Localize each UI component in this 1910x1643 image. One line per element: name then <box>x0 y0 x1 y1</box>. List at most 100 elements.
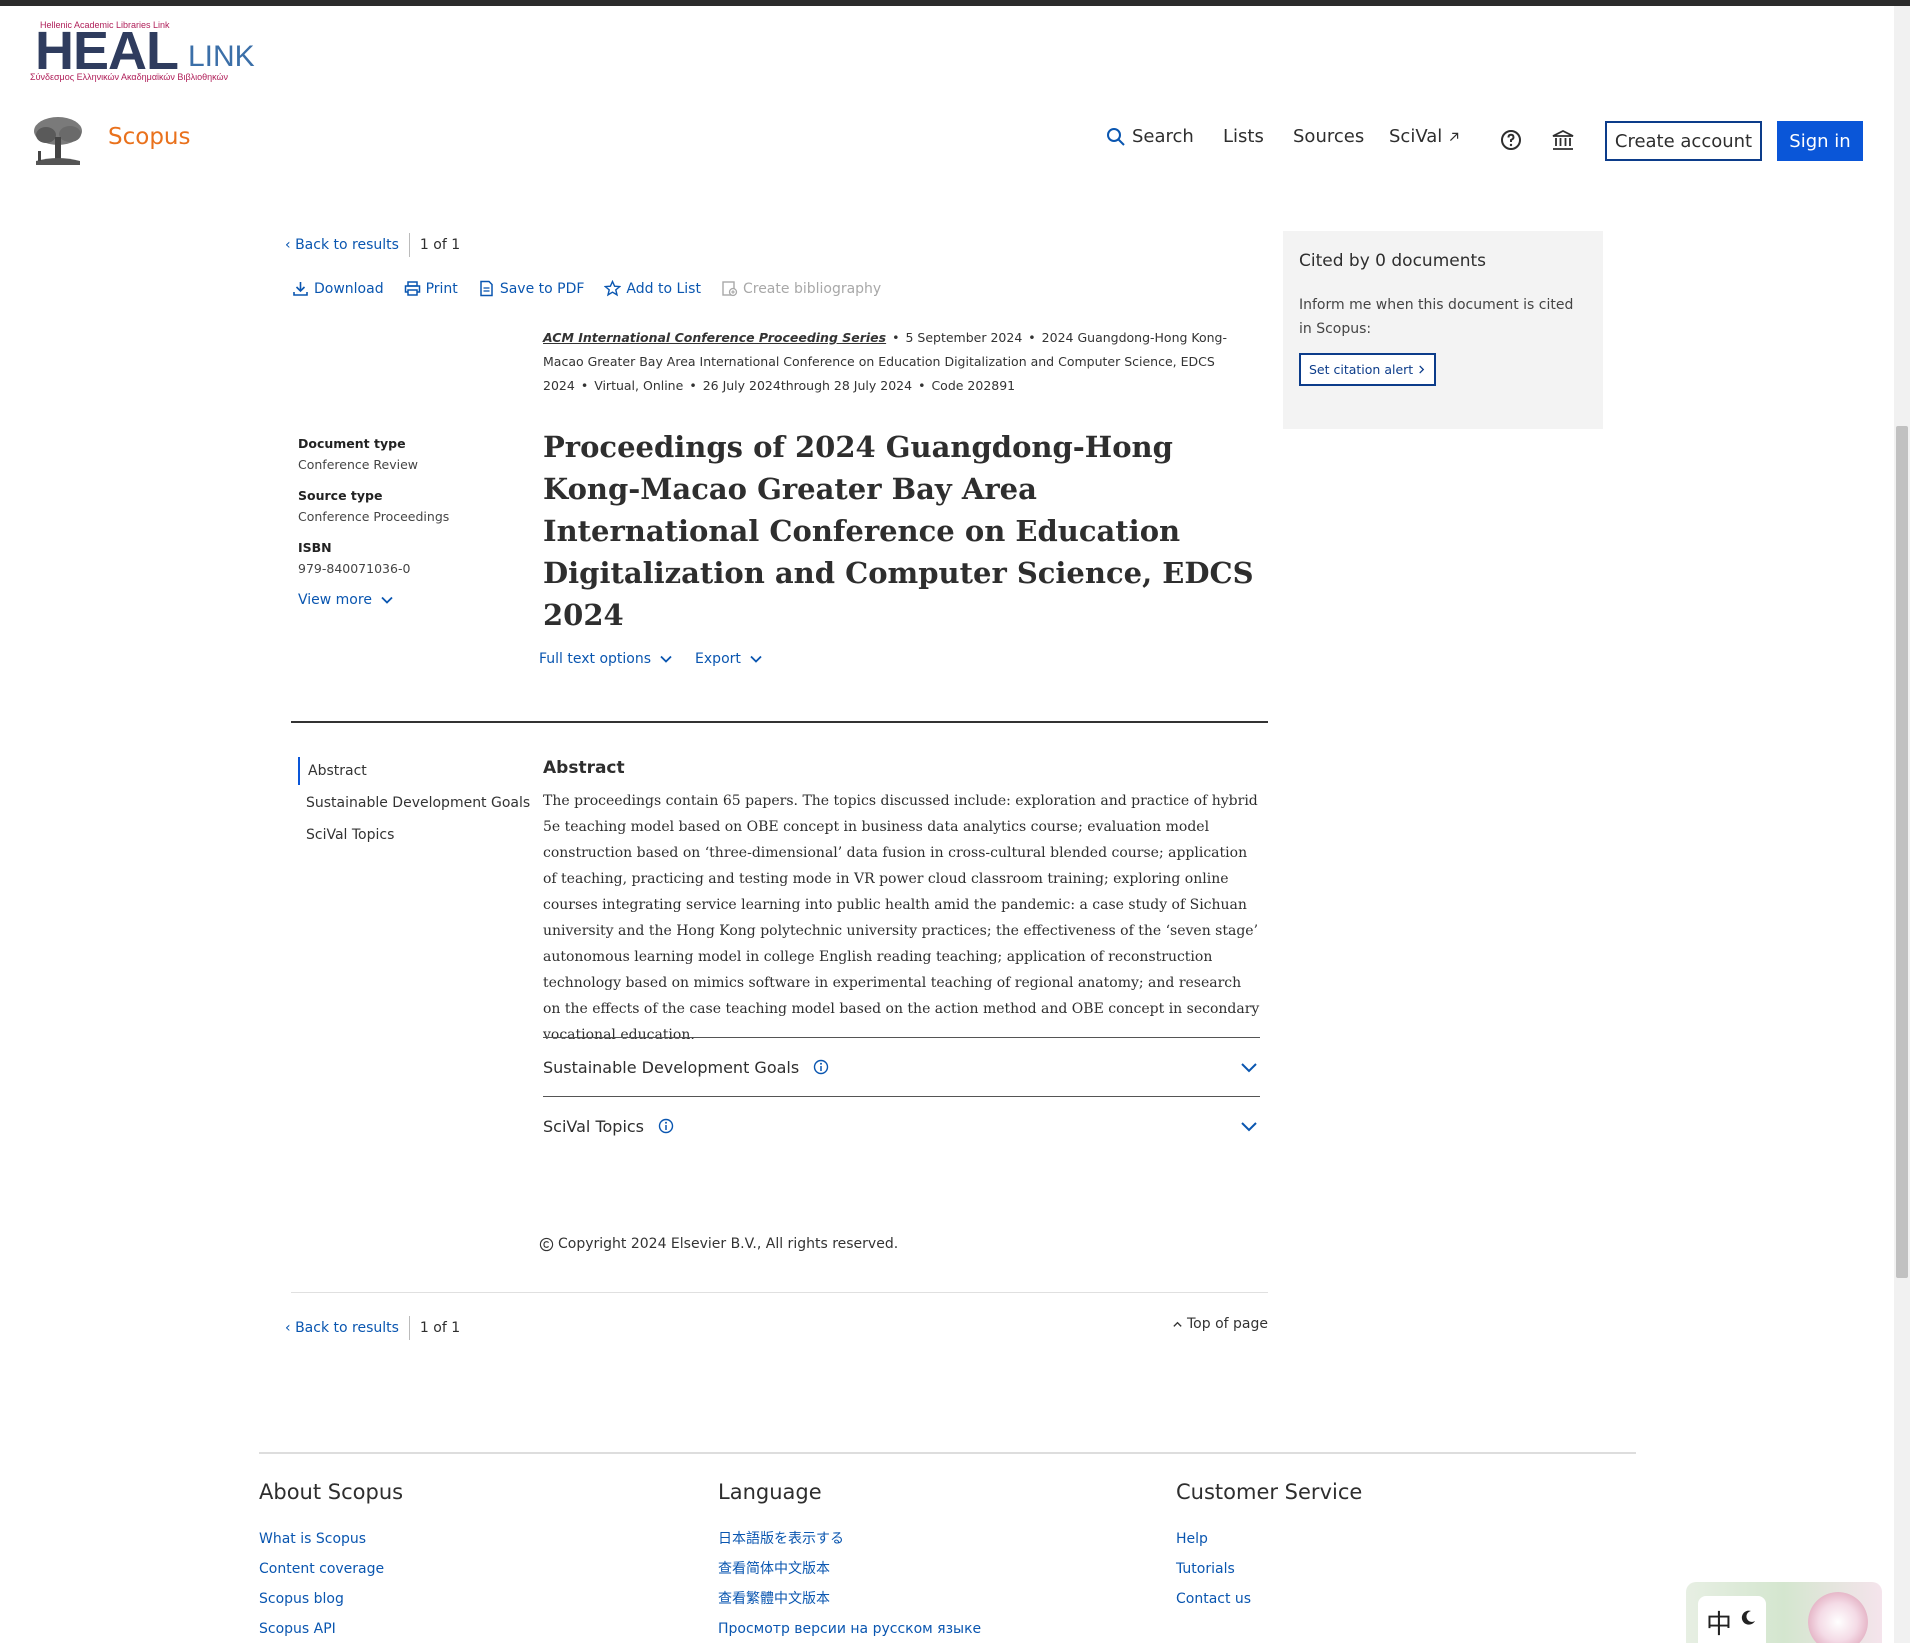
series-link[interactable]: ACM International Conference Proceeding … <box>543 330 886 345</box>
top-of-page-label: Top of page <box>1187 1316 1268 1332</box>
back-to-results-link[interactable]: ‹ Back to results <box>285 237 399 253</box>
toc-item-scival-topics[interactable]: SciVal Topics <box>298 821 538 849</box>
ime-mode-key[interactable]: 中 <box>1698 1596 1766 1643</box>
results-pager-top: ‹ Back to results 1 of 1 <box>285 233 460 257</box>
scival-topics-accordion[interactable]: SciVal Topics <box>543 1096 1260 1155</box>
doc-type-value: Conference Review <box>298 457 419 472</box>
toc-item-abstract[interactable]: Abstract <box>298 757 538 785</box>
help-icon[interactable] <box>1499 128 1523 152</box>
conference-dates: 26 July 2024through 28 July 2024 <box>702 378 913 393</box>
toc-item-sdg[interactable]: Sustainable Development Goals <box>298 789 538 817</box>
chevron-down-icon <box>1241 1122 1257 1132</box>
pager-separator <box>408 233 410 257</box>
section-divider <box>291 721 1268 723</box>
back-to-results-label: Back to results <box>295 1320 399 1336</box>
heal-logo-subtitle: Σύνδεσμος Ελληνικών Ακαδημαϊκών Βιβλιοθη… <box>30 72 229 82</box>
footer-link-russian[interactable]: Просмотр версии на русском языке <box>718 1614 981 1643</box>
nav-search[interactable]: Search <box>1106 126 1194 147</box>
create-bibliography-button[interactable]: Create bibliography <box>721 280 881 297</box>
sdg-accordion[interactable]: Sustainable Development Goals <box>543 1037 1260 1096</box>
meta-dot: • <box>689 378 697 393</box>
meta-dot: • <box>892 330 900 345</box>
document-toolbar: Download Print Save to PDF Add to List C… <box>292 280 881 297</box>
footer-language: Language 日本語版を表示する 查看简体中文版本 查看繁體中文版本 Про… <box>718 1480 981 1643</box>
download-button[interactable]: Download <box>292 280 384 297</box>
scopus-brand[interactable]: Scopus <box>108 124 190 150</box>
create-bibliography-label: Create bibliography <box>742 280 882 297</box>
pdf-icon <box>480 280 493 297</box>
footer-link-contact-us[interactable]: Contact us <box>1176 1584 1362 1614</box>
document-title: Proceedings of 2024 Guangdong-Hong Kong-… <box>543 430 1254 632</box>
export-label: Export <box>695 651 741 667</box>
nav-lists-label: Lists <box>1223 126 1264 147</box>
elsevier-tree-logo[interactable] <box>30 115 86 167</box>
create-account-button[interactable]: Create account <box>1605 121 1762 161</box>
copyright-text: Copyright 2024 Elsevier B.V., All rights… <box>558 1236 899 1252</box>
ime-chinese-label: 中 <box>1705 1610 1732 1640</box>
info-icon[interactable] <box>813 1059 829 1075</box>
footer-link-traditional-chinese[interactable]: 查看繁體中文版本 <box>718 1584 981 1614</box>
nav-sources[interactable]: Sources <box>1293 126 1364 147</box>
heal-link-logo[interactable]: Hellenic Academic Libraries Link HEAL LI… <box>30 20 255 85</box>
conference-code: Code 202891 <box>931 378 1016 393</box>
footer-link-tutorials[interactable]: Tutorials <box>1176 1554 1362 1584</box>
footer-link-scopus-api[interactable]: Scopus API <box>259 1614 403 1643</box>
ime-toolbar[interactable]: 中 <box>1686 1582 1882 1643</box>
nav-sources-label: Sources <box>1293 126 1365 147</box>
view-more-button[interactable]: View more <box>298 592 498 608</box>
chevron-down-icon <box>660 655 672 663</box>
isbn-label: ISBN <box>298 540 332 555</box>
page-scrollbar[interactable] <box>1894 6 1910 1643</box>
pager-current: 1 <box>419 237 429 253</box>
full-text-options-label: Full text options <box>539 651 652 667</box>
meta-dot: • <box>580 378 589 393</box>
chevron-up-icon <box>1173 1321 1182 1327</box>
nav-scival[interactable]: SciVal <box>1389 126 1460 147</box>
search-icon <box>1107 127 1125 146</box>
print-button[interactable]: Print <box>404 280 458 297</box>
view-more-label: View more <box>298 592 372 608</box>
abstract-text: The proceedings contain 65 papers. The t… <box>543 793 1260 1043</box>
bibliography-icon <box>722 281 738 297</box>
cited-by-panel: Cited by 0 documents Inform me when this… <box>1283 231 1603 429</box>
nav-scival-label: SciVal <box>1389 126 1443 147</box>
moon-icon <box>1741 1610 1755 1625</box>
chevron-right-icon <box>1419 365 1425 374</box>
chevron-down-icon <box>750 655 762 663</box>
top-of-page-link[interactable]: Top of page <box>1172 1316 1268 1332</box>
footer-link-simplified-chinese[interactable]: 查看简体中文版本 <box>718 1554 981 1584</box>
export-button[interactable]: Export <box>695 651 763 667</box>
doc-type-label: Document type <box>298 436 406 451</box>
footer-link-what-is-scopus[interactable]: What is Scopus <box>259 1524 403 1554</box>
conference-location: Virtual, Online <box>594 378 684 393</box>
download-label: Download <box>314 280 384 297</box>
footer-link-help[interactable]: Help <box>1176 1524 1362 1554</box>
footer-link-japanese[interactable]: 日本語版を表示する <box>718 1524 981 1554</box>
pager-of: of <box>433 237 447 253</box>
chevron-down-icon <box>1241 1063 1257 1073</box>
sign-in-button[interactable]: Sign in <box>1777 121 1863 161</box>
nav-search-label: Search <box>1132 126 1194 147</box>
document-options: Full text options Export <box>539 651 763 667</box>
footer-customer-service: Customer Service Help Tutorials Contact … <box>1176 1480 1362 1614</box>
bottom-divider <box>291 1292 1268 1293</box>
institution-icon[interactable] <box>1551 128 1575 152</box>
info-icon[interactable] <box>658 1118 674 1134</box>
scrollbar-thumb[interactable] <box>1896 426 1908 1278</box>
save-pdf-button[interactable]: Save to PDF <box>478 280 584 297</box>
footer-divider <box>259 1452 1636 1454</box>
set-citation-alert-button[interactable]: Set citation alert <box>1299 353 1437 386</box>
page-toc: Abstract Sustainable Development Goals S… <box>298 757 538 853</box>
back-to-results-link[interactable]: ‹ Back to results <box>285 1320 399 1336</box>
isbn-value: 979-840071036-0 <box>298 561 411 576</box>
footer-link-scopus-blog[interactable]: Scopus blog <box>259 1584 403 1614</box>
add-to-list-label: Add to List <box>626 280 701 297</box>
footer-about-title: About Scopus <box>259 1480 404 1504</box>
add-to-list-button[interactable]: Add to List <box>604 280 701 297</box>
footer-link-content-coverage[interactable]: Content coverage <box>259 1554 403 1584</box>
back-to-results-label: Back to results <box>295 237 399 253</box>
meta-dot: • <box>1028 330 1036 345</box>
full-text-options-button[interactable]: Full text options <box>539 651 673 667</box>
nav-lists[interactable]: Lists <box>1223 126 1264 147</box>
pager-current: 1 <box>419 1320 429 1336</box>
